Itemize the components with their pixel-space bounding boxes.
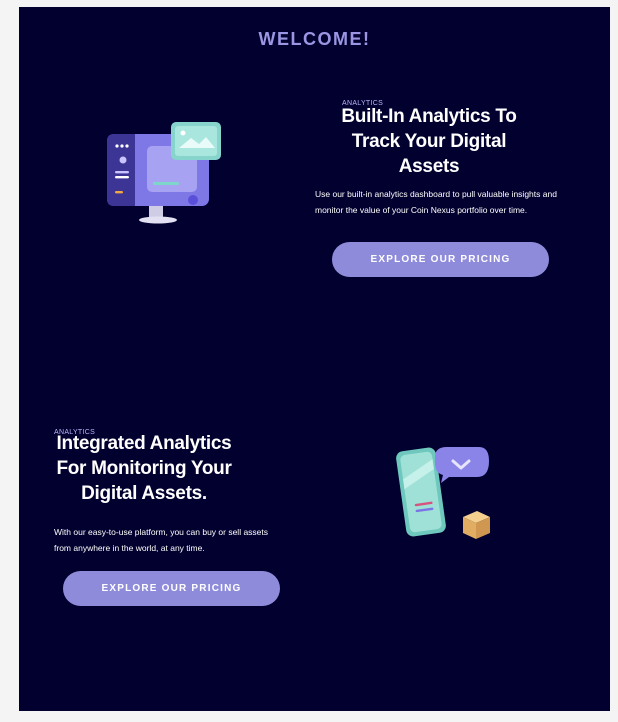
section2-heading-line: For Monitoring Your — [56, 458, 232, 479]
section2-heading: Integrated Analytics For Monitoring Your… — [44, 431, 244, 506]
section1-heading-line: Assets — [398, 156, 460, 177]
section2-description-line: With our easy-to-use platform, you can b… — [54, 527, 269, 537]
section2-description-line: from anywhere in the world, at any time. — [54, 543, 205, 553]
computer-dashboard-icon — [107, 122, 221, 224]
section2-heading-line: Integrated Analytics — [56, 433, 232, 454]
section2-heading-line: Digital Assets. — [81, 483, 207, 504]
section1-description-line: Use our built-in analytics dashboard to … — [315, 189, 557, 199]
section1-heading-line: Track Your Digital — [351, 131, 507, 152]
explore-pricing-button[interactable]: EXPLORE OUR PRICING — [332, 242, 549, 277]
main-panel: WELCOME! ANALYTICS Built-In Analytics To — [19, 7, 610, 711]
section1-heading-line: Built-In Analytics To — [341, 106, 517, 127]
welcome-title: WELCOME! — [258, 29, 371, 49]
section2-description: With our easy-to-use platform, you can b… — [54, 524, 324, 556]
explore-pricing-button-secondary[interactable]: EXPLORE OUR PRICING — [63, 571, 280, 606]
section1-description: Use our built-in analytics dashboard to … — [315, 186, 605, 218]
phone-chat-box-icon — [396, 447, 490, 539]
section1-description-line: monitor the value of your Coin Nexus por… — [315, 205, 528, 215]
section1-heading: Built-In Analytics To Track Your Digital… — [319, 104, 539, 179]
